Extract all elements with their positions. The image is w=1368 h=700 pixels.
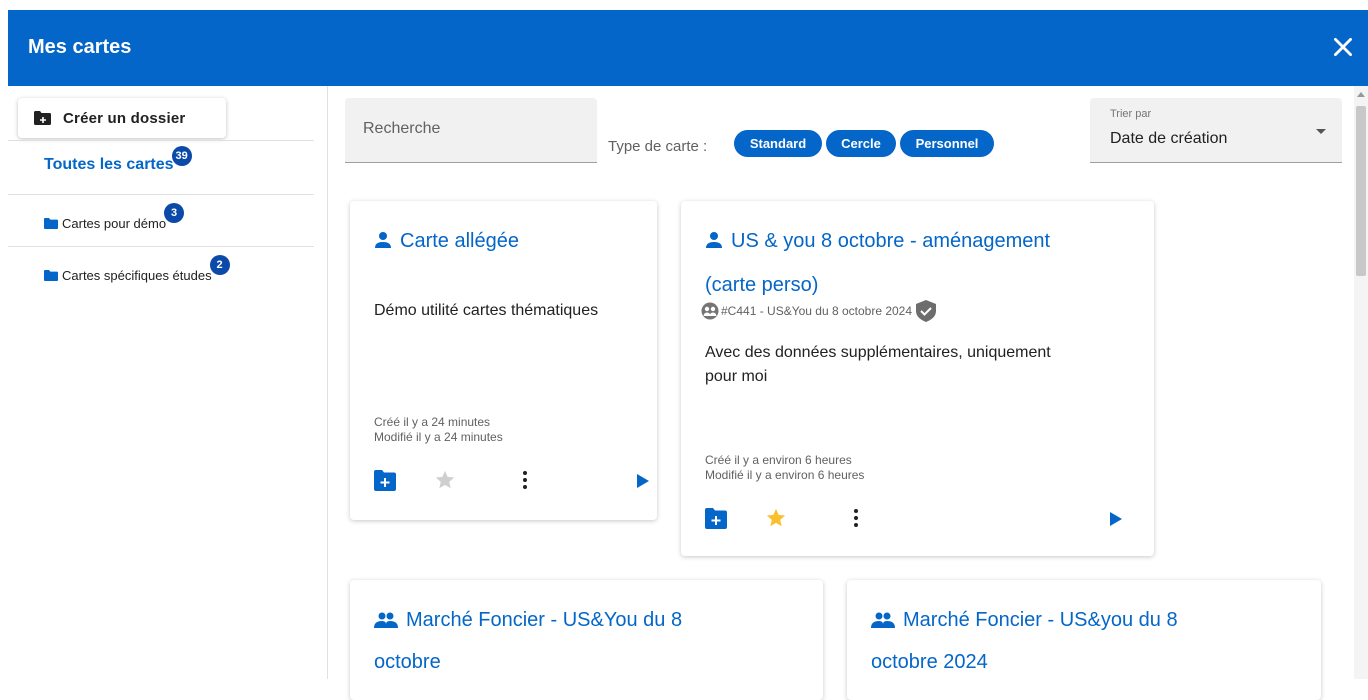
sort-caption: Trier par [1110, 108, 1152, 120]
card-title[interactable]: US & you 8 octobre - aménagement [705, 219, 1050, 263]
card-modified: Modifié il y a environ 6 heures [705, 468, 865, 482]
card-title[interactable]: Marché Foncier - US&You du 8 [374, 598, 682, 642]
page-title: Mes cartes [28, 36, 132, 58]
card-title-text: Marché Foncier - US&You du 8 [406, 609, 683, 631]
play-icon[interactable] [636, 473, 650, 489]
divider [8, 194, 314, 195]
card-description: Démo utilité cartes thématiques [374, 302, 599, 319]
count-badge: 39 [171, 146, 192, 166]
sidebar-item-all-cards[interactable]: Toutes les cartes 39 [44, 146, 192, 176]
scrollbar-thumb[interactable] [1356, 106, 1366, 276]
scrollbar[interactable] [1354, 86, 1368, 679]
sidebar: Créer un dossier Toutes les cartes 39 Car… [8, 86, 328, 679]
sidebar-item-label: Cartes pour démo [62, 215, 167, 231]
chip-personnel[interactable]: Personnel [900, 130, 994, 157]
sidebar-item-folder-demo[interactable]: Cartes pour démo 3 [44, 203, 185, 233]
card-source-text: #C441 - US&You du 8 octobre 2024 [721, 304, 913, 318]
verified-shield-icon [916, 300, 937, 322]
divider [8, 246, 314, 247]
sidebar-item-label: Toutes les cartes [44, 156, 174, 173]
group-icon [871, 612, 895, 628]
card-title-continued[interactable]: octobre [374, 640, 441, 684]
card-actions [705, 507, 945, 535]
star-icon[interactable] [434, 469, 456, 491]
card-description: Avec des données supplémentaires, unique… [705, 344, 1051, 361]
map-card[interactable]: Marché Foncier - US&You du 8 octobre [350, 580, 823, 700]
folder-icon [44, 269, 58, 281]
card-source: #C441 - US&You du 8 octobre 2024 [701, 300, 937, 322]
close-icon[interactable] [1330, 34, 1356, 60]
card-description-continued: pour moi [705, 368, 768, 385]
search-input[interactable] [363, 120, 583, 138]
chip-cercle[interactable]: Cercle [826, 130, 896, 157]
card-title-text: US & you 8 octobre - aménagement [731, 230, 1051, 252]
search-field[interactable] [345, 98, 597, 163]
card-modified: Modifié il y a 24 minutes [374, 430, 503, 444]
card-title-continued[interactable]: octobre 2024 [871, 640, 988, 684]
sidebar-item-label: Cartes spécifiques études [62, 267, 212, 283]
card-title-text: Marché Foncier - US&you du 8 [903, 609, 1178, 631]
divider [8, 140, 314, 141]
card-title-text: Carte allégée [400, 230, 519, 252]
scroll-up-icon[interactable] [1357, 92, 1365, 97]
create-folder-button[interactable]: Créer un dossier [18, 98, 226, 138]
card-title[interactable]: Marché Foncier - US&you du 8 [871, 598, 1178, 642]
folder-icon [44, 217, 58, 229]
new-folder-icon [34, 111, 51, 125]
card-actions [374, 469, 649, 497]
sort-value: Date de création [1110, 130, 1228, 147]
person-icon [375, 232, 391, 248]
count-badge: 2 [209, 255, 230, 275]
card-created: Créé il y a 24 minutes [374, 415, 491, 429]
map-card[interactable]: Marché Foncier - US&you du 8 octobre 202… [847, 580, 1321, 700]
top-bar: Mes cartes [8, 10, 1368, 86]
add-to-folder-icon[interactable] [705, 507, 727, 529]
chip-standard[interactable]: Standard [734, 130, 822, 157]
create-folder-label: Créer un dossier [63, 109, 186, 127]
sort-select[interactable]: Trier par Date de création [1090, 98, 1342, 163]
more-vert-icon[interactable] [514, 469, 536, 491]
map-card[interactable]: Carte allégée Démo utilité cartes thémat… [350, 201, 657, 520]
add-to-folder-icon[interactable] [374, 469, 396, 491]
sidebar-item-folder-studies[interactable]: Cartes spécifiques études 2 [44, 255, 230, 285]
group-avatar-icon [701, 302, 719, 320]
card-created: Créé il y a environ 6 heures [705, 453, 852, 467]
play-icon[interactable] [1109, 511, 1123, 527]
person-icon [706, 232, 722, 248]
card-title[interactable]: Carte allégée [374, 219, 519, 263]
group-icon [374, 612, 398, 628]
star-icon[interactable] [765, 507, 787, 529]
map-card[interactable]: US & you 8 octobre - aménagement (carte … [681, 201, 1154, 556]
count-badge: 3 [164, 203, 185, 223]
more-vert-icon[interactable] [845, 507, 867, 529]
card-type-label: Type de carte : [608, 138, 708, 155]
chevron-down-icon [1316, 129, 1326, 134]
